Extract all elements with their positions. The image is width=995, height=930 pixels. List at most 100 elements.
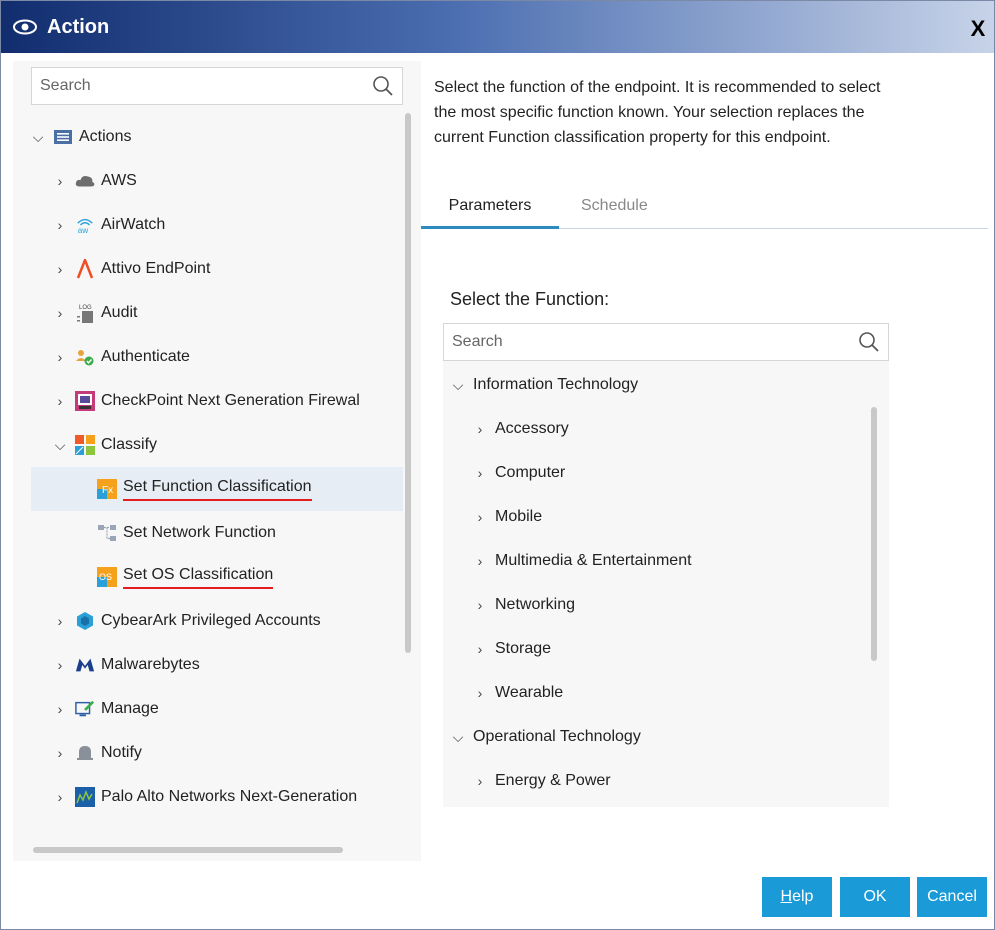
- function-tree-label: Multimedia & Entertainment: [495, 552, 692, 569]
- tree-item-label: CybearArk Privileged Accounts: [101, 612, 321, 629]
- paloalto-icon: [75, 787, 95, 807]
- cyberark-icon: [75, 611, 95, 631]
- chevron-right-icon[interactable]: ›: [473, 641, 487, 657]
- chevron-down-icon[interactable]: ⌵: [451, 729, 465, 745]
- ok-button[interactable]: OK: [840, 877, 910, 917]
- tree-item-label: Manage: [101, 700, 159, 717]
- function-tree-item[interactable]: › Networking: [473, 583, 575, 627]
- window-title: Action: [47, 15, 110, 38]
- help-button-label: elp: [792, 888, 814, 905]
- chevron-right-icon[interactable]: ›: [473, 465, 487, 481]
- function-tree: ⌵ Information Technology › Accessory › C…: [443, 363, 879, 807]
- chevron-right-icon[interactable]: ›: [53, 701, 67, 717]
- chevron-right-icon[interactable]: ›: [53, 305, 67, 321]
- actions-search-placeholder: Search: [40, 77, 91, 94]
- function-tree-item[interactable]: ⌵ Operational Technology: [451, 715, 641, 759]
- function-classification-icon: Fx: [97, 479, 117, 499]
- function-tree-label: Information Technology: [473, 376, 639, 393]
- tree-item-attivo-endpoint[interactable]: › Attivo EndPoint: [31, 247, 403, 291]
- tree-vertical-scrollbar[interactable]: [405, 113, 411, 653]
- tree-item-label: Classify: [101, 436, 158, 453]
- function-tree-label: Mobile: [495, 508, 543, 525]
- chevron-right-icon[interactable]: ›: [53, 349, 67, 365]
- function-tree-item[interactable]: › Multimedia & Entertainment: [473, 539, 692, 583]
- chevron-right-icon[interactable]: ›: [473, 553, 487, 569]
- tree-item-actions[interactable]: ⌵ Actions: [31, 115, 403, 159]
- network-function-icon: [97, 523, 117, 543]
- tree-item-airwatch[interactable]: › aw AirWatch: [31, 203, 403, 247]
- chevron-right-icon[interactable]: ›: [473, 509, 487, 525]
- tree-item-label: Malwarebytes: [101, 656, 200, 673]
- chevron-right-icon[interactable]: ›: [53, 217, 67, 233]
- tree-item-audit[interactable]: › LOG Audit: [31, 291, 403, 335]
- tab-schedule[interactable]: Schedule: [581, 197, 648, 229]
- function-section-label: Select the Function:: [450, 289, 610, 309]
- tree-horizontal-scrollbar[interactable]: [33, 847, 343, 853]
- help-button[interactable]: Help: [762, 877, 832, 917]
- chevron-right-icon[interactable]: ›: [53, 657, 67, 673]
- chevron-right-icon[interactable]: ›: [53, 393, 67, 409]
- function-tree-item[interactable]: › Storage: [473, 627, 551, 671]
- tab-parameters[interactable]: Parameters: [421, 197, 559, 229]
- tree-item-authenticate[interactable]: › Authenticate: [31, 335, 403, 379]
- list-icon: [53, 127, 73, 147]
- function-tree-item[interactable]: › Wearable: [473, 671, 564, 715]
- function-tree-item[interactable]: › Computer: [473, 451, 566, 495]
- function-tree-label: Wearable: [495, 684, 564, 701]
- function-tree-item[interactable]: › Energy & Power: [473, 759, 611, 803]
- actions-search-input[interactable]: Search: [31, 67, 403, 105]
- tree-item-label: Authenticate: [101, 348, 190, 365]
- chevron-right-icon[interactable]: ›: [473, 597, 487, 613]
- tree-item-cyberark[interactable]: › CybearArk Privileged Accounts: [31, 599, 403, 643]
- chevron-right-icon[interactable]: ›: [53, 261, 67, 277]
- tree-item-palo-alto[interactable]: › Palo Alto Networks Next-Generation: [31, 775, 403, 819]
- action-description: Select the function of the endpoint. It …: [434, 75, 974, 150]
- function-tree-item[interactable]: ⌵ Information Technology: [451, 363, 638, 407]
- search-icon[interactable]: [372, 75, 394, 97]
- log-icon: LOG: [75, 303, 95, 323]
- cancel-button[interactable]: Cancel: [917, 877, 987, 917]
- chevron-right-icon[interactable]: ›: [53, 173, 67, 189]
- description-line: current Function classification property…: [434, 129, 831, 146]
- tree-item-malwarebytes[interactable]: › Malwarebytes: [31, 643, 403, 687]
- tree-item-label: Set Network Function: [123, 524, 276, 541]
- function-tree-item[interactable]: › Accessory: [473, 407, 569, 451]
- title-bar[interactable]: Action X: [1, 1, 994, 53]
- action-dialog: Action X Search ⌵ Actions › AWS › aw Air…: [0, 0, 995, 930]
- tree-item-aws[interactable]: › AWS: [31, 159, 403, 203]
- svg-text:Fx: Fx: [102, 485, 113, 496]
- svg-text:OS: OS: [99, 572, 112, 582]
- chevron-down-icon[interactable]: ⌵: [31, 129, 45, 145]
- tree-item-manage[interactable]: › Manage: [31, 687, 403, 731]
- close-button[interactable]: X: [966, 16, 990, 41]
- tree-item-classify[interactable]: ⌵ Classify: [31, 423, 403, 467]
- tree-item-label: Palo Alto Networks Next-Generation: [101, 788, 358, 805]
- tree-item-set-network-function[interactable]: Set Network Function: [31, 511, 403, 555]
- chevron-right-icon[interactable]: ›: [473, 773, 487, 789]
- function-tree-item[interactable]: › Mobile: [473, 495, 542, 539]
- chevron-right-icon[interactable]: ›: [53, 745, 67, 761]
- svg-text:LOG: LOG: [79, 305, 92, 311]
- function-tree-label: Networking: [495, 596, 576, 613]
- tree-item-label: Actions: [79, 128, 132, 145]
- function-tree-scrollbar[interactable]: [871, 407, 877, 661]
- chevron-down-icon[interactable]: ⌵: [53, 437, 67, 453]
- chevron-right-icon[interactable]: ›: [473, 421, 487, 437]
- tree-item-checkpoint[interactable]: › CheckPoint Next Generation Firewal: [31, 379, 403, 423]
- tree-item-notify[interactable]: › Notify: [31, 731, 403, 775]
- function-tree-label: Storage: [495, 640, 552, 657]
- function-search-input[interactable]: Search: [443, 323, 889, 361]
- tree-item-label: Audit: [101, 304, 138, 321]
- actions-tree-container: Search ⌵ Actions › AWS › aw AirWatch › A…: [13, 61, 421, 861]
- chevron-right-icon[interactable]: ›: [473, 685, 487, 701]
- tree-item-set-function-classification[interactable]: Fx Set Function Classification: [31, 467, 403, 511]
- description-line: the most specific function known. Your s…: [434, 104, 865, 121]
- chevron-right-icon[interactable]: ›: [53, 789, 67, 805]
- search-icon[interactable]: [858, 331, 880, 353]
- chevron-down-icon[interactable]: ⌵: [451, 377, 465, 393]
- tree-item-set-os-classification[interactable]: OS Set OS Classification: [31, 555, 403, 599]
- bell-icon: [75, 743, 95, 763]
- eye-icon: [13, 18, 41, 36]
- help-button-mnemonic: H: [780, 888, 793, 905]
- chevron-right-icon[interactable]: ›: [53, 613, 67, 629]
